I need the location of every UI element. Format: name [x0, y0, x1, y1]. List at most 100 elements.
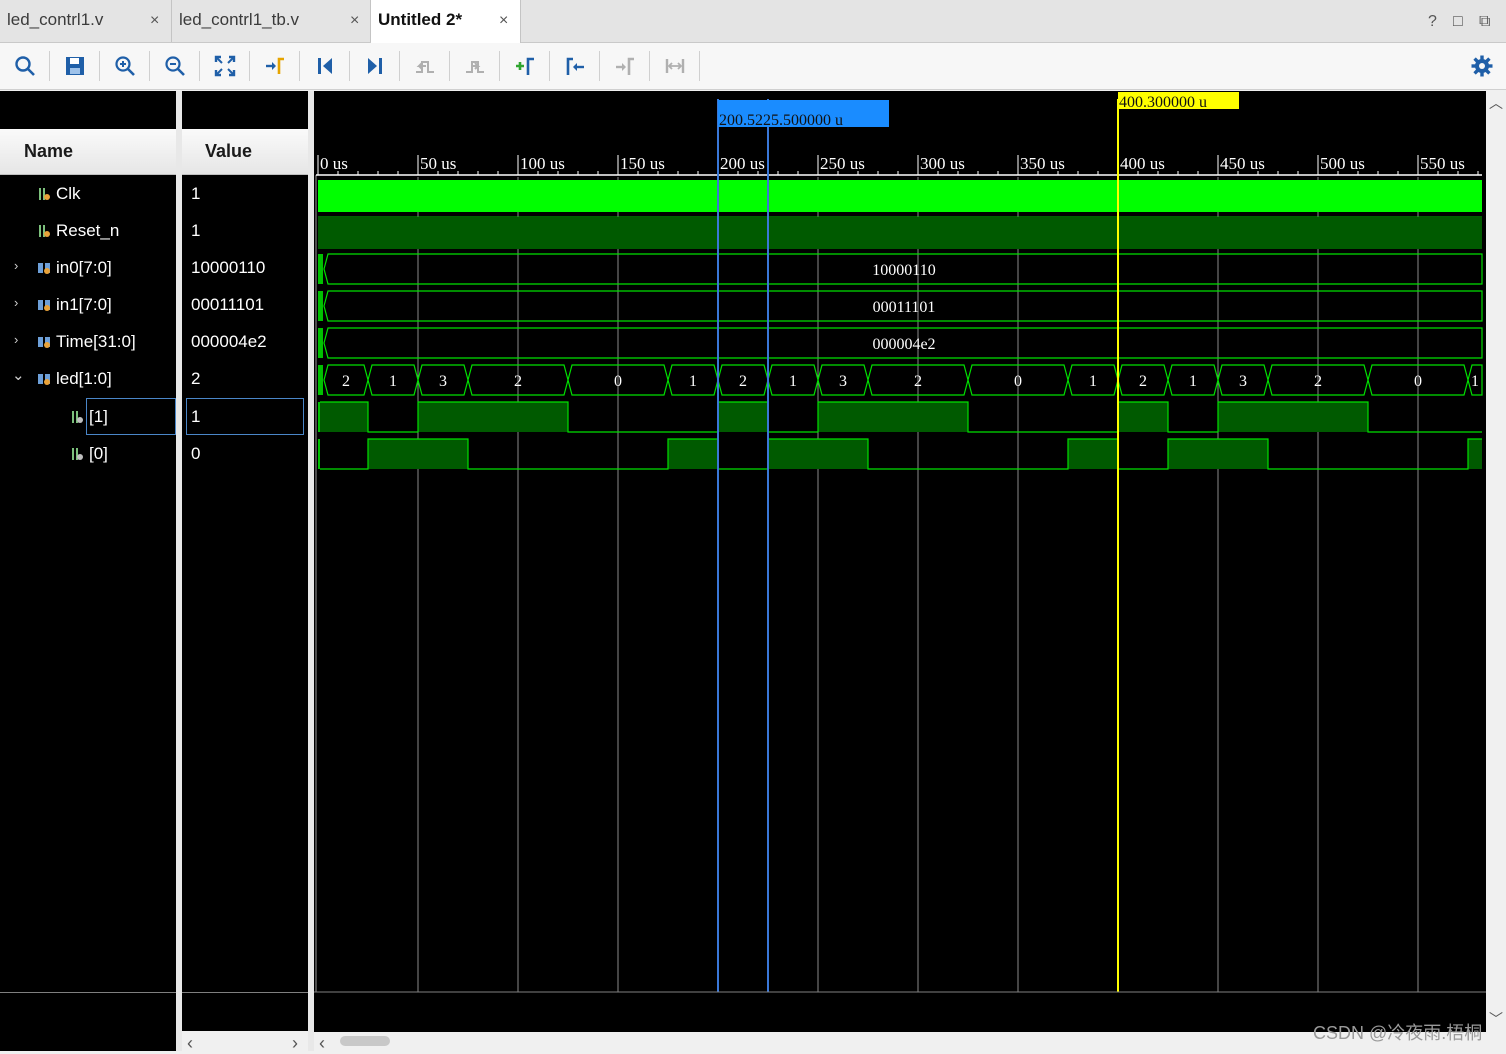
tab-bar: led_contrl1.v × led_contrl1_tb.v × Untit…: [0, 0, 1506, 43]
led-bus-value-label: 0: [1014, 373, 1022, 390]
go-to-last-time-icon[interactable]: [360, 51, 390, 81]
watermark: CSDN @冷夜雨.梧桐: [1313, 1023, 1483, 1043]
tab-label: led_contrl1_tb.v: [179, 10, 300, 29]
bit-high-region: [1268, 402, 1368, 432]
zoom-out-icon[interactable]: [160, 51, 190, 81]
next-marker-icon[interactable]: [610, 51, 640, 81]
save-icon[interactable]: [60, 51, 90, 81]
bus-start-stub: [318, 328, 323, 358]
tab-led-contrl1-v[interactable]: led_contrl1.v ×: [0, 0, 172, 42]
close-icon[interactable]: ×: [350, 12, 359, 30]
bus-start-stub: [318, 254, 323, 284]
bit-high-region: [818, 402, 868, 432]
bit-high-region: [368, 439, 418, 469]
led-bus-value-label: 3: [1239, 373, 1247, 390]
bit-high-region: [1468, 439, 1482, 469]
close-icon[interactable]: ×: [499, 12, 508, 30]
bit-high-region: [418, 439, 468, 469]
bit-high-region: [718, 402, 768, 432]
go-to-cursor-icon[interactable]: [260, 51, 290, 81]
scroll-thumb[interactable]: [340, 1036, 390, 1046]
signal-name: led[1:0]: [56, 368, 112, 388]
bit-start-stub: [318, 402, 320, 432]
bit-high-region: [1218, 439, 1268, 469]
ruler-tick-label: 50 us: [420, 154, 456, 173]
close-icon[interactable]: ×: [150, 12, 159, 30]
signal-led[interactable]: led[1:0]: [37, 360, 112, 397]
vertical-scrollbar[interactable]: ︿ ﹀: [1486, 91, 1506, 1032]
bus-start-stub: [318, 365, 323, 395]
reset-trace[interactable]: [318, 217, 1482, 249]
signal-in0[interactable]: in0[7:0]: [37, 249, 112, 286]
wave-scrollbar[interactable]: [314, 1031, 1486, 1051]
in0-value-label: 10000110: [872, 262, 935, 279]
tab-label: led_contrl1.v: [7, 10, 104, 29]
collapse-icon[interactable]: ⌄: [12, 366, 25, 384]
value-led-0: 0: [191, 443, 201, 463]
ruler-tick-label: 100 us: [520, 154, 565, 173]
scroll-down-icon[interactable]: ﹀: [1489, 1009, 1503, 1029]
signal-time[interactable]: Time[31:0]: [37, 323, 136, 360]
led-bus-value-label: 2: [514, 373, 522, 390]
signal-name: Reset_n: [56, 220, 120, 240]
led-bus-value-label: 1: [1189, 373, 1197, 390]
value-column-header[interactable]: Value: [182, 129, 308, 175]
popout-icon[interactable]: ⧉: [1479, 13, 1490, 31]
bit-trace: [320, 438, 1482, 470]
led-bus-value-label: 2: [914, 373, 922, 390]
previous-marker-icon[interactable]: [560, 51, 590, 81]
bit-high-region: [818, 439, 868, 469]
led-bus-value-label: 1: [1471, 373, 1479, 390]
signal-name: Clk: [56, 183, 81, 203]
bus-signal-icon: [38, 299, 50, 311]
ruler-tick-label: 150 us: [620, 154, 665, 173]
name-column-header[interactable]: Name: [0, 129, 176, 175]
led-bus-value-label: 3: [839, 373, 847, 390]
signal-led-1[interactable]: [1]: [70, 398, 108, 435]
search-icon[interactable]: [10, 51, 40, 81]
bit-high-region: [868, 402, 968, 432]
selected-value-highlight: [186, 398, 304, 435]
bit-high-region: [1118, 402, 1168, 432]
tab-untitled-2[interactable]: Untitled 2* ×: [371, 0, 521, 43]
bit-high-region: [1218, 402, 1268, 432]
bit-start-stub: [318, 439, 320, 469]
led-bus-value-label: 1: [689, 373, 697, 390]
add-marker-icon[interactable]: [510, 51, 540, 81]
swap-cursors-icon[interactable]: [660, 51, 690, 81]
waveform-canvas[interactable]: 0 us 50 us 100 us 150 us 200 us 250 us 300 us 3…: [314, 91, 1486, 1032]
signal-in1[interactable]: in1[7:0]: [37, 286, 112, 323]
signal-name: [0]: [89, 443, 108, 463]
value-in1: 00011101: [191, 294, 265, 314]
zoom-in-icon[interactable]: [110, 51, 140, 81]
help-icon[interactable]: ?: [1428, 13, 1437, 31]
scroll-up-icon[interactable]: ︿: [1489, 93, 1503, 113]
time-value-label: 000004e2: [872, 336, 935, 353]
next-transition-icon[interactable]: [460, 51, 490, 81]
bit-signal-icon: [39, 224, 50, 237]
tab-led-contrl1-tb-v[interactable]: led_contrl1_tb.v ×: [172, 0, 371, 42]
value-scrollbar[interactable]: [182, 1031, 308, 1051]
bit-high-region: [320, 402, 368, 432]
clk-trace[interactable]: [318, 180, 1482, 212]
led-bus-value-label: 2: [342, 373, 350, 390]
led-bus-value-label: 0: [1414, 373, 1422, 390]
zoom-fit-icon[interactable]: [210, 51, 240, 81]
restore-icon[interactable]: □: [1453, 13, 1463, 31]
gear-icon[interactable]: [1467, 51, 1497, 81]
ruler-tick-label: 200 us: [720, 154, 765, 173]
expand-icon[interactable]: ›: [14, 258, 18, 273]
signal-led-0[interactable]: [0]: [70, 435, 108, 472]
value-reset-n: 1: [191, 220, 201, 240]
signal-name: Time[31:0]: [56, 331, 136, 351]
bit-high-region: [418, 402, 468, 432]
previous-transition-icon[interactable]: [410, 51, 440, 81]
go-to-time-zero-icon[interactable]: [310, 51, 340, 81]
cursor-time-label: 200.5225.500000 u: [719, 112, 843, 129]
signal-reset-n[interactable]: Reset_n: [37, 212, 119, 249]
signal-clk[interactable]: Clk: [37, 175, 81, 212]
waveform-panel[interactable]: 0 us 50 us 100 us 150 us 200 us 250 us 300 us 3…: [314, 91, 1486, 1032]
tab-label: Untitled 2*: [378, 10, 463, 29]
expand-icon[interactable]: ›: [14, 295, 18, 310]
expand-icon[interactable]: ›: [14, 332, 18, 347]
